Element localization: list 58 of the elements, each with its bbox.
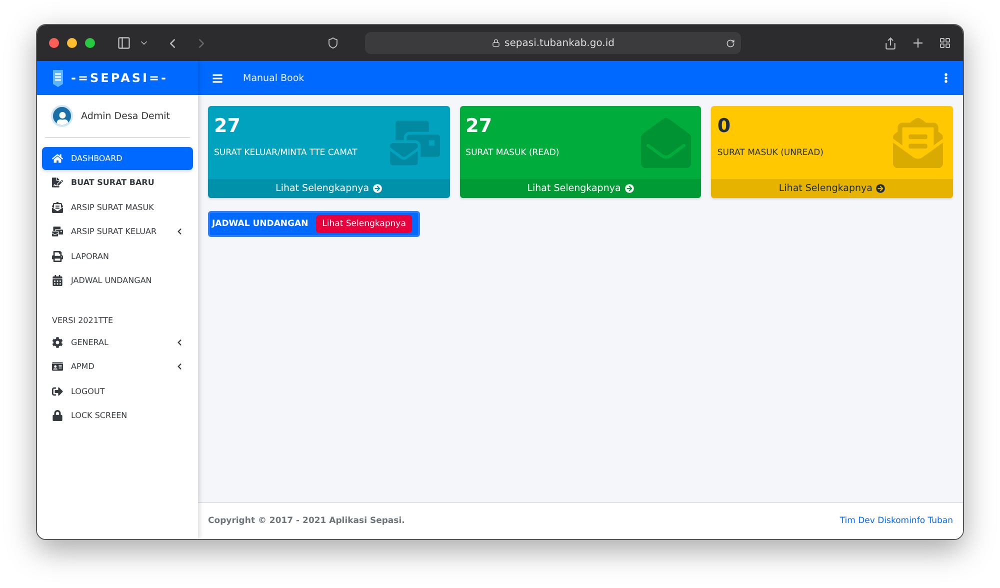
- envelopes-icon: [52, 226, 63, 238]
- section-header: VERSI 2021TTE: [51, 315, 114, 327]
- logo-icon: [51, 69, 65, 87]
- more-link[interactable]: Lihat Selengkapnya: [208, 179, 450, 198]
- menu-icon[interactable]: [212, 72, 223, 84]
- address-bar[interactable]: sepasi.tubankab.go.id: [365, 32, 741, 54]
- tabs-overview-icon[interactable]: [939, 37, 951, 49]
- sidebar-item[interactable]: ARSIP SURAT KELUAR: [42, 220, 193, 243]
- schedule-title: JADWAL UNDANGAN: [212, 219, 308, 229]
- calendar-icon: [52, 275, 63, 286]
- manual-link[interactable]: Manual Book: [243, 72, 304, 84]
- close-button[interactable]: [49, 38, 59, 48]
- chevron-icon: [176, 363, 183, 370]
- share-icon[interactable]: [884, 36, 897, 50]
- avatar-icon: [51, 105, 73, 127]
- chevron-icon: [176, 338, 183, 346]
- stat-count: 0: [717, 115, 731, 137]
- user-name[interactable]: Admin Desa Demit: [81, 110, 170, 122]
- home-icon: [52, 152, 63, 164]
- lock-icon: [492, 39, 500, 47]
- sidebar-item[interactable]: ARSIP SURAT MASUK: [42, 196, 193, 218]
- shield-icon[interactable]: [327, 37, 339, 49]
- sidebar-item[interactable]: LAPORAN: [42, 245, 193, 268]
- stat-count: 27: [214, 115, 240, 137]
- sidebar-item[interactable]: GENERAL: [42, 331, 193, 354]
- more-button[interactable]: Lihat Selengkapnya: [316, 215, 412, 233]
- stat-label: SURAT MASUK (UNREAD): [717, 148, 824, 158]
- id-card-icon: [52, 361, 63, 372]
- sidebar-item[interactable]: LOCK SCREEN: [42, 404, 193, 427]
- credit-link[interactable]: Tim Dev Diskominfo Tuban: [840, 516, 953, 526]
- stat-count: 27: [466, 115, 492, 137]
- sidebar-item[interactable]: DASHBOARD: [42, 147, 193, 170]
- envelope-icon: [893, 118, 944, 168]
- sidebar-item[interactable]: APMD: [42, 356, 193, 378]
- envelope-icon: [641, 118, 692, 168]
- more-link[interactable]: Lihat Selengkapnya: [460, 179, 702, 198]
- more-link[interactable]: Lihat Selengkapnya: [711, 179, 954, 198]
- sidebar-item[interactable]: JADWAL UNDANGAN: [42, 270, 193, 292]
- logout-icon: [52, 386, 63, 397]
- chevron-icon: [176, 228, 183, 236]
- copyright-text: Copyright © 2017 - 2021 Aplikasi Sepasi.: [208, 516, 405, 526]
- lock-icon: [52, 410, 63, 422]
- sidebar-item[interactable]: LOGOUT: [42, 380, 193, 402]
- sidebar-item[interactable]: BUAT SURAT BARU: [42, 172, 193, 194]
- stat-label: SURAT MASUK (READ): [466, 148, 560, 158]
- url-text: sepasi.tubankab.go.id: [504, 38, 614, 48]
- logo-text: -=SEPASI=-: [71, 71, 168, 85]
- reload-icon[interactable]: [726, 38, 735, 48]
- document-pen-icon: [52, 177, 63, 188]
- minimize-button[interactable]: [67, 38, 77, 48]
- sidebar-icon[interactable]: [117, 36, 131, 50]
- envelope-icon: [390, 118, 440, 168]
- envelope-icon: [52, 202, 63, 213]
- zoom-button[interactable]: [85, 38, 95, 48]
- printer-icon: [52, 250, 63, 262]
- new-tab-icon[interactable]: [911, 36, 925, 50]
- stat-label: SURAT KELUAR/MINTA TTE CAMAT: [214, 148, 358, 158]
- settings-icon: [52, 336, 63, 348]
